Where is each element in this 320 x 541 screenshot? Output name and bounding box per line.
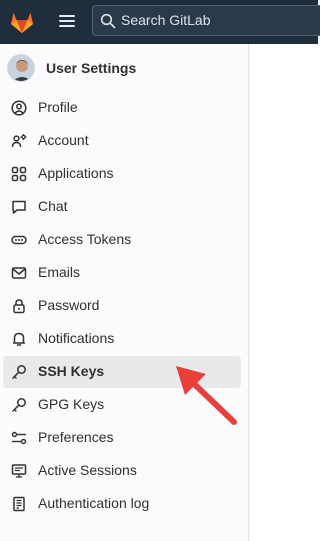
sidebar-item-label: Active Sessions	[38, 462, 137, 478]
sidebar-item-notifications[interactable]: Notifications	[3, 323, 241, 355]
sidebar-item-authentication-log[interactable]: Authentication log	[3, 488, 241, 520]
sidebar-item-label: Profile	[38, 99, 78, 115]
sidebar-item-label: Applications	[38, 165, 114, 181]
sidebar-item-label: Access Tokens	[38, 231, 132, 247]
annotation-arrow	[176, 366, 237, 425]
sidebar-item-label: Emails	[38, 264, 81, 280]
sidebar-context-header[interactable]: User Settings	[0, 44, 249, 92]
search-input[interactable]: Search GitLab	[92, 5, 320, 36]
token-icon	[11, 235, 27, 245]
mail-icon	[11, 267, 27, 279]
monitor-icon	[11, 464, 27, 478]
chat-icon	[12, 200, 26, 214]
sidebar-item-label: GPG Keys	[38, 396, 105, 412]
sidebar-item-label: Chat	[38, 198, 68, 214]
sidebar-item-access-tokens[interactable]: Access Tokens	[3, 224, 241, 256]
sidebar-item-label: Notifications	[38, 330, 115, 346]
sidebar-item-label: Authentication log	[38, 495, 150, 511]
top-navbar: Search GitLab	[0, 0, 320, 44]
sidebar-item-active-sessions[interactable]: Active Sessions	[3, 455, 241, 487]
sidebar-item-password[interactable]: Password	[3, 290, 241, 322]
menu-icon[interactable]	[53, 9, 81, 33]
key-icon	[12, 365, 26, 379]
account-icon	[11, 134, 27, 148]
sidebar-item-label: Password	[38, 297, 100, 313]
key-icon	[12, 398, 26, 412]
sidebar-item-label: Account	[38, 132, 89, 148]
profile-icon	[11, 100, 27, 116]
sidebar-item-account[interactable]: Account	[3, 125, 241, 157]
page-title: User Settings	[46, 60, 137, 76]
lock-icon	[13, 299, 25, 314]
sidebar-item-profile[interactable]: Profile	[3, 92, 241, 124]
gitlab-logo[interactable]	[7, 6, 37, 36]
applications-icon	[11, 166, 27, 182]
sidebar-item-applications[interactable]: Applications	[3, 158, 241, 190]
search-placeholder: Search GitLab	[121, 12, 211, 28]
settings-sidebar: User Settings Profile Account Applicatio…	[0, 44, 249, 541]
log-icon	[13, 496, 25, 512]
sidebar-item-label: Preferences	[38, 429, 114, 445]
search-icon	[100, 13, 116, 29]
sidebar-item-label: SSH Keys	[38, 363, 105, 379]
preferences-icon	[11, 431, 27, 445]
avatar	[7, 54, 35, 82]
sidebar-item-chat[interactable]: Chat	[3, 191, 241, 223]
sidebar-item-emails[interactable]: Emails	[3, 257, 241, 289]
bell-icon	[13, 332, 25, 346]
